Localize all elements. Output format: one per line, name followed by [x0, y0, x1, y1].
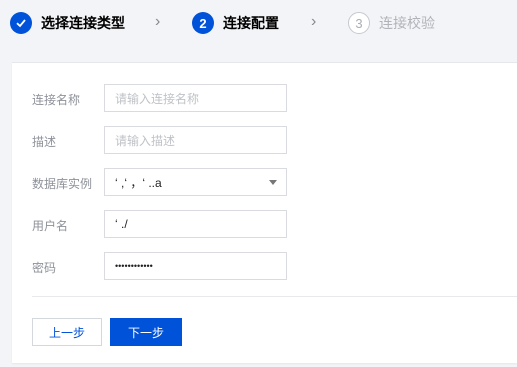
step-connection-check: 3 连接校验 [348, 10, 435, 36]
connection-name-input[interactable]: 请输入连接名称 [104, 84, 287, 112]
step-select-type: 选择连接类型 [10, 10, 125, 36]
connection-form-panel: 连接名称 请输入连接名称 描述 请输入描述 数据库实例 ‘ ,‘ ，‘ ..a … [12, 62, 517, 363]
step-number: 3 [348, 12, 370, 34]
step-label: 连接校验 [379, 15, 435, 31]
username-label: 用户名 [32, 219, 69, 233]
connection-name-label: 连接名称 [32, 93, 81, 107]
step-connection-config: 2 连接配置 [192, 10, 279, 36]
step-number: 2 [192, 12, 214, 34]
divider [32, 296, 517, 297]
step-label: 连接配置 [223, 15, 279, 31]
password-label: 密码 [32, 261, 57, 275]
username-input[interactable]: ‘ ./ [104, 210, 287, 238]
check-icon [10, 12, 32, 34]
chevron-right-icon: › [311, 13, 317, 30]
step-label: 选择连接类型 [41, 15, 125, 31]
db-instance-label: 数据库实例 [32, 177, 93, 191]
password-input[interactable]: •••••••••••• [104, 252, 287, 280]
chevron-right-icon: › [155, 13, 161, 30]
description-input[interactable]: 请输入描述 [104, 126, 287, 154]
db-instance-value: ‘ ,‘ ，‘ ..a [115, 175, 162, 190]
db-instance-select[interactable]: ‘ ,‘ ，‘ ..a [104, 168, 287, 196]
description-label: 描述 [32, 135, 57, 149]
caret-down-icon [269, 180, 277, 185]
previous-step-button[interactable]: 上一步 [32, 318, 102, 346]
next-step-button[interactable]: 下一步 [110, 318, 182, 346]
step-indicator: 选择连接类型 › 2 连接配置 › 3 连接校验 [0, 0, 517, 46]
